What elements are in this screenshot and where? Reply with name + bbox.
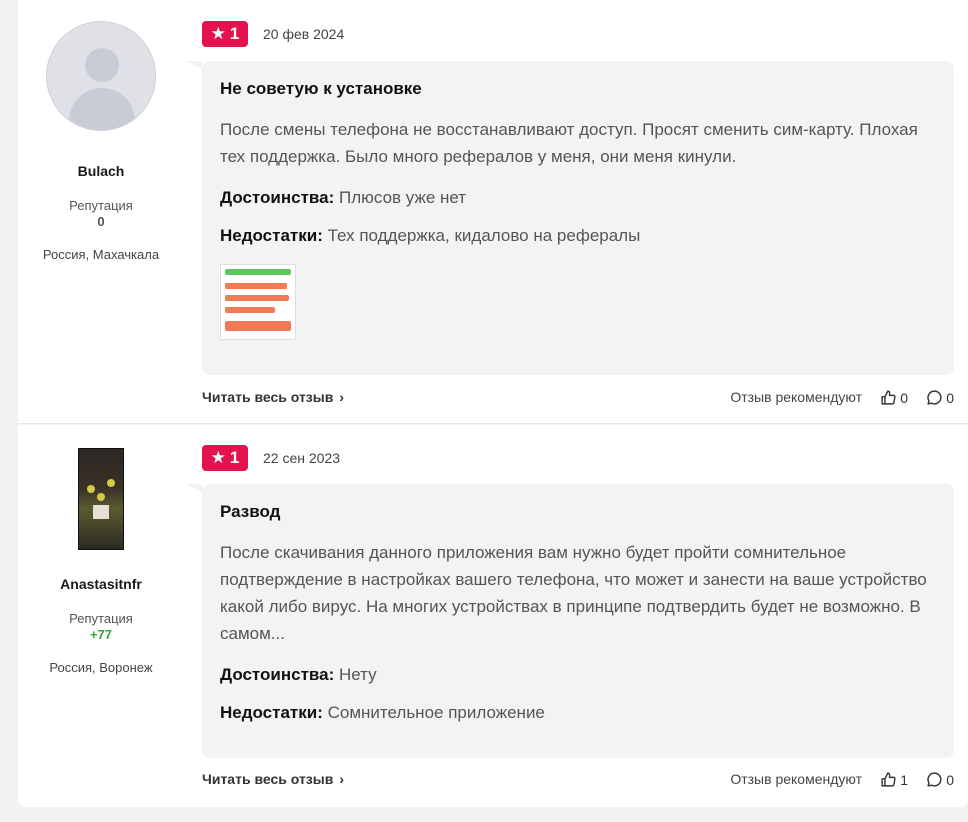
review-pros: Достоинства: Нету bbox=[220, 665, 936, 685]
avatar[interactable] bbox=[46, 21, 156, 131]
rating-value: 1 bbox=[229, 24, 240, 43]
avatar-photo-detail bbox=[93, 505, 109, 519]
like-count: 0 bbox=[900, 389, 908, 406]
comments-button[interactable]: 0 bbox=[926, 389, 954, 406]
review-title[interactable]: Развод bbox=[220, 502, 936, 522]
review-body: Не советую к установке После смены телеф… bbox=[186, 61, 954, 375]
pros-label: Достоинства: bbox=[220, 188, 335, 207]
recommend-label: Отзыв рекомендуют bbox=[730, 771, 862, 787]
chevron-right-icon: › bbox=[339, 389, 344, 405]
star-icon: ★ bbox=[210, 448, 226, 467]
review-cons: Недостатки: Сомнительное приложение bbox=[220, 703, 936, 723]
avatar[interactable] bbox=[78, 448, 124, 550]
author-name[interactable]: Anastasitnfr bbox=[18, 576, 184, 592]
review-author: Bulach Репутация 0 Россия, Махачкала bbox=[18, 0, 184, 262]
read-more-label: Читать весь отзыв bbox=[202, 389, 334, 405]
review-cons: Недостатки: Тех поддержка, кидалово на р… bbox=[220, 226, 936, 246]
thumb-message bbox=[225, 307, 275, 313]
thumbs-up-icon bbox=[880, 771, 897, 788]
thumb-message bbox=[225, 295, 289, 301]
thumb-message bbox=[225, 321, 291, 331]
avatar-placeholder-head bbox=[85, 48, 119, 82]
rating-value: 1 bbox=[229, 448, 240, 467]
chevron-right-icon: › bbox=[339, 771, 344, 787]
review-image-thumbnail[interactable] bbox=[220, 264, 296, 340]
reputation-value: 0 bbox=[97, 214, 105, 229]
review-date: 20 фев 2024 bbox=[263, 26, 345, 42]
author-location: Россия, Махачкала bbox=[42, 247, 160, 262]
review-card: Bulach Репутация 0 Россия, Махачкала ★ 1… bbox=[18, 0, 968, 424]
rating-badge: ★ 1 bbox=[202, 445, 248, 471]
comments-button[interactable]: 0 bbox=[926, 771, 954, 788]
cons-text: Тех поддержка, кидалово на рефералы bbox=[327, 226, 641, 245]
avatar-placeholder-body bbox=[69, 88, 135, 130]
comment-count: 0 bbox=[946, 771, 954, 788]
review-title[interactable]: Не советую к установке bbox=[220, 79, 936, 99]
rating-badge: ★ 1 bbox=[202, 21, 248, 47]
reputation-label: Репутация bbox=[69, 611, 133, 626]
read-more-link[interactable]: Читать весь отзыв › bbox=[202, 389, 344, 405]
read-more-label: Читать весь отзыв bbox=[202, 771, 334, 787]
pros-label: Достоинства: bbox=[220, 665, 335, 684]
cons-label: Недостатки: bbox=[220, 703, 323, 722]
like-button[interactable]: 1 bbox=[880, 771, 908, 788]
review-text: После смены телефона не восстанавливают … bbox=[220, 120, 918, 166]
star-icon: ★ bbox=[210, 24, 226, 43]
author-name[interactable]: Bulach bbox=[18, 163, 184, 179]
review-text: После скачивания данного приложения вам … bbox=[220, 543, 927, 643]
reputation-label: Репутация bbox=[69, 198, 133, 213]
like-button[interactable]: 0 bbox=[880, 389, 908, 406]
read-more-link[interactable]: Читать весь отзыв › bbox=[202, 771, 344, 787]
cons-label: Недостатки: bbox=[220, 226, 323, 245]
avatar-photo-detail bbox=[97, 493, 105, 501]
cons-text: Сомнительное приложение bbox=[327, 703, 545, 722]
comment-icon bbox=[926, 771, 943, 788]
pros-text: Плюсов уже нет bbox=[339, 188, 467, 207]
comment-count: 0 bbox=[946, 389, 954, 406]
review-footer: Читать весь отзыв › Отзыв рекомендуют 1 0 bbox=[202, 771, 954, 791]
like-count: 1 bbox=[900, 771, 908, 788]
author-location: Россия, Воронеж bbox=[49, 660, 153, 675]
avatar-photo-detail bbox=[87, 485, 95, 493]
review-body: Развод После скачивания данного приложен… bbox=[186, 484, 954, 758]
review-card: Anastasitnfr Репутация +77 Россия, Ворон… bbox=[18, 425, 968, 807]
review-footer: Читать весь отзыв › Отзыв рекомендуют 0 0 bbox=[202, 389, 954, 409]
comment-icon bbox=[926, 389, 943, 406]
reputation-value: +77 bbox=[89, 627, 113, 642]
review-date: 22 сен 2023 bbox=[263, 450, 341, 466]
pros-text: Нету bbox=[339, 665, 377, 684]
thumb-message bbox=[225, 283, 287, 289]
review-pros: Достоинства: Плюсов уже нет bbox=[220, 188, 936, 208]
avatar-photo-detail bbox=[107, 479, 115, 487]
recommend-label: Отзыв рекомендуют bbox=[730, 389, 862, 405]
thumb-message bbox=[225, 269, 291, 275]
review-author: Anastasitnfr Репутация +77 Россия, Ворон… bbox=[18, 425, 184, 675]
thumbs-up-icon bbox=[880, 389, 897, 406]
